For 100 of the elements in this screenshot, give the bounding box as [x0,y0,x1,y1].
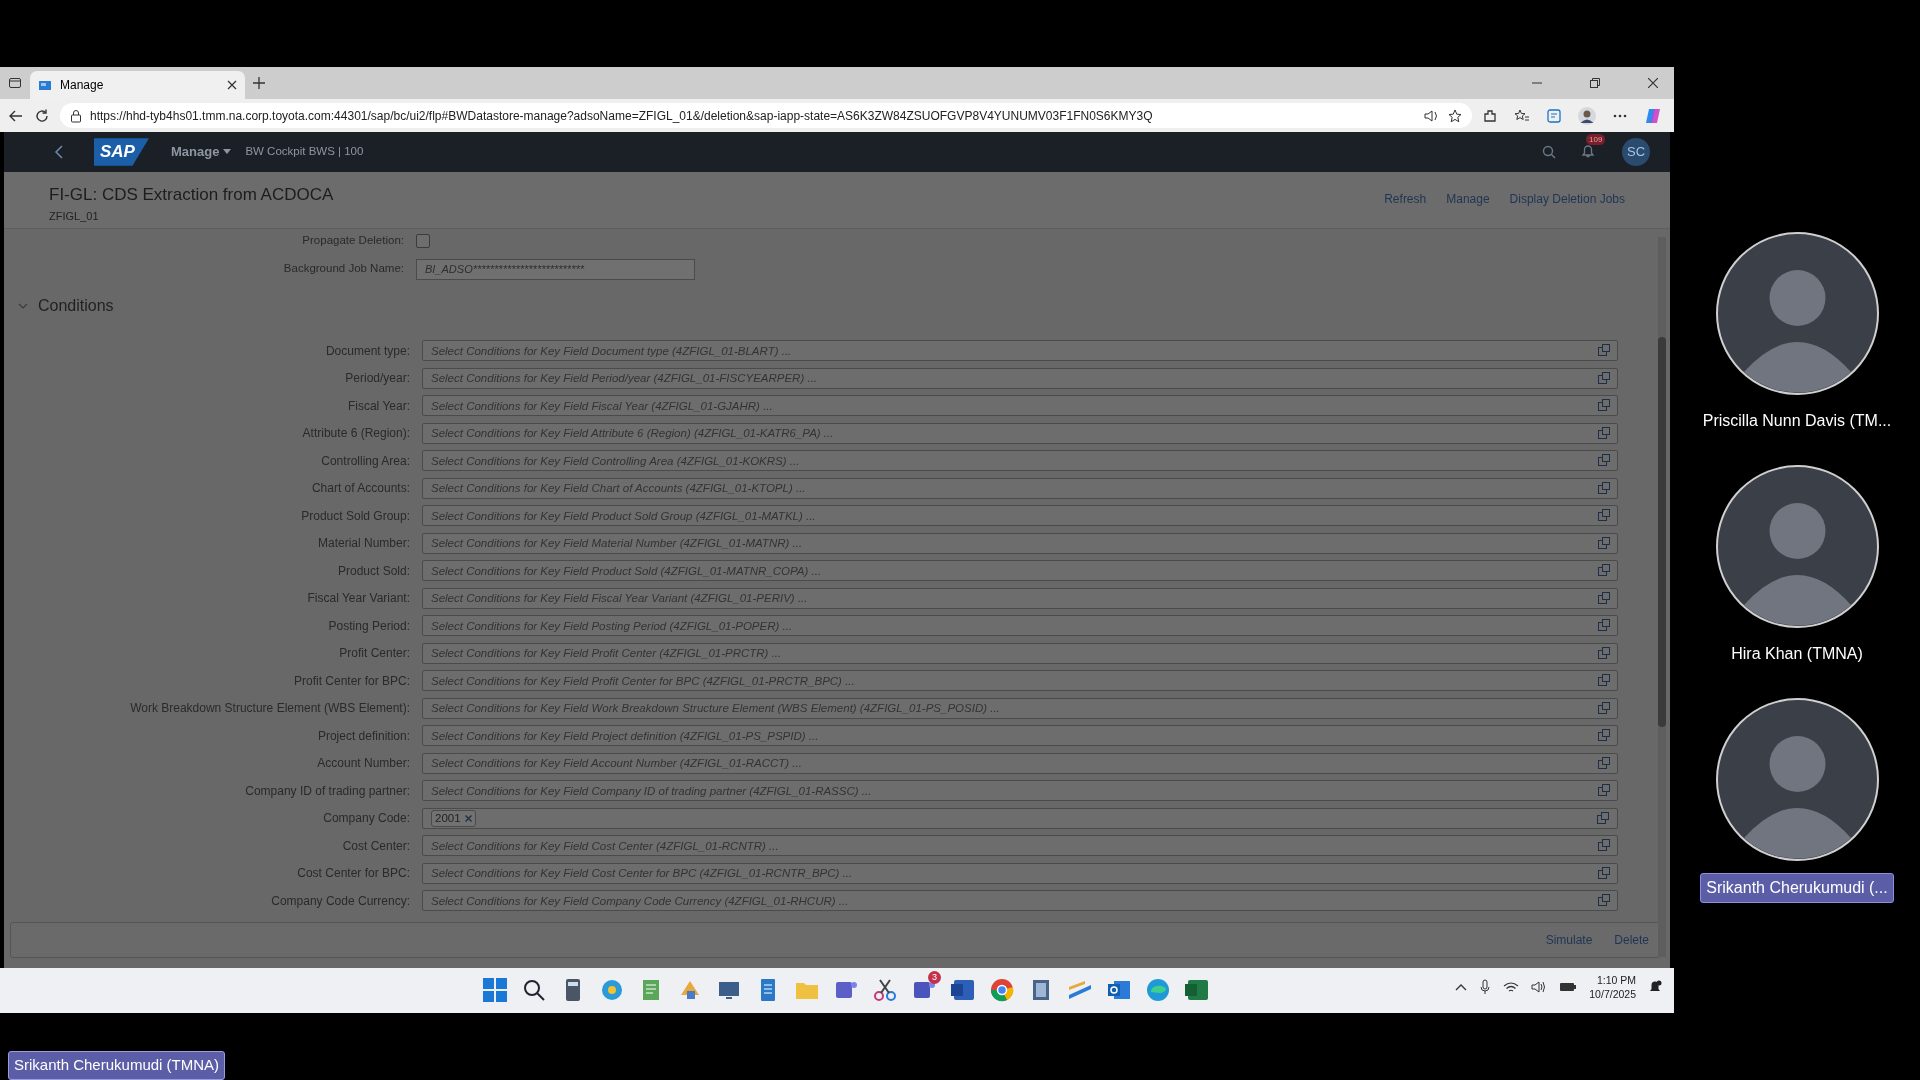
close-icon[interactable] [1648,78,1658,88]
field-label: Cost Center for BPC: [296,865,411,883]
condition-field[interactable]: Select Conditions for Key Field Product Sold Group (4ZFIGL_01-MATKL) ... [422,505,1618,527]
value-help-icon[interactable] [1598,564,1610,577]
value-help-icon[interactable] [1598,454,1610,467]
field-label: Document type: [324,342,411,360]
value-help-icon[interactable] [1598,729,1610,742]
condition-field[interactable]: Select Conditions for Key Field Profit Center (4ZFIGL_01-PRCTR) ... [422,642,1618,664]
refresh-icon[interactable] [34,107,50,124]
notification-count: 109 [1586,134,1606,145]
wifi-icon[interactable] [1503,981,1520,993]
object-id: ZFIGL_01 [49,208,100,224]
favorites-icon[interactable] [1514,107,1530,124]
user-avatar[interactable]: SC [1622,138,1650,166]
restore-icon[interactable] [1590,78,1600,88]
field-label: Work Breakdown Structure Element (WBS Element): [129,700,411,718]
search-icon[interactable] [1542,145,1556,159]
condition-field[interactable]: Select Conditions for Key Field Cost Center (4ZFIGL_01-RCNTR) ... [422,835,1618,857]
browser-tab[interactable]: Manage [30,71,245,99]
condition-field[interactable]: Select Conditions for Key Field Period/year (4ZFIGL_01-FISCYEARPER) ... [422,367,1618,389]
sap-logo[interactable]: SAP [94,138,149,166]
field-label: Period/year: [344,370,411,388]
speaker-icon[interactable] [1531,980,1548,994]
tab-list-icon[interactable] [8,76,22,90]
condition-field[interactable]: Select Conditions for Key Field Company Code Currency (4ZFIGL_01-RHCUR) ... [422,890,1618,912]
copilot-icon[interactable] [1644,106,1662,125]
field-label: Project definition: [316,727,411,745]
value-token[interactable]: 2001 [431,809,476,827]
field-label: Attribute 6 (Region): [301,425,411,443]
condition-field[interactable]: Select Conditions for Key Field Work Breakdown Structure Element (WBS Element) (4ZFIGL_01-PS_POSID) ... [422,697,1618,719]
presenter-name-tag: Srikanth Cherukumudi (TMNA) [8,1051,226,1080]
value-help-icon[interactable] [1598,371,1610,384]
value-help-icon[interactable] [1597,812,1609,825]
remove-icon[interactable] [464,814,472,822]
value-help-icon[interactable] [1598,509,1610,522]
condition-field[interactable]: Select Conditions for Key Field Product Sold (4ZFIGL_01-MATNR_COPA) ... [422,560,1618,582]
footer-button[interactable]: Delete [1614,931,1649,949]
read-aloud-icon[interactable] [1424,108,1440,123]
value-help-icon[interactable] [1598,674,1610,687]
star-icon[interactable] [1448,108,1462,123]
value-help-icon[interactable] [1598,536,1610,549]
chevron-up-icon[interactable] [1455,983,1468,991]
condition-field[interactable]: Select Conditions for Key Field Document type (4ZFIGL_01-BLART) ... [422,340,1618,362]
clock-date: 10/7/2025 [1589,987,1636,1001]
chevron-down-icon [18,301,28,311]
profile-avatar[interactable] [1578,106,1596,125]
participant-name: Priscilla Nunn Davis (TM... [1701,411,1893,431]
close-icon[interactable] [227,80,237,90]
collections-icon[interactable] [1546,107,1562,124]
value-help-icon[interactable] [1598,591,1610,604]
participant-name: Srikanth Cherukumudi (... [1700,873,1894,903]
condition-field[interactable]: Select Conditions for Key Field Posting Period (4ZFIGL_01-POPER) ... [422,615,1618,637]
condition-field[interactable]: Select Conditions for Key Field Material Number (4ZFIGL_01-MATNR) ... [422,532,1618,554]
scrollbar[interactable] [1658,237,1666,957]
value-help-icon[interactable] [1598,756,1610,769]
condition-field[interactable]: Select Conditions for Key Field Project definition (4ZFIGL_01-PS_PSPID) ... [422,725,1618,747]
value-help-icon[interactable] [1598,426,1610,439]
microphone-icon[interactable] [1479,979,1492,995]
value-help-icon[interactable] [1598,784,1610,797]
header-action-link[interactable]: Refresh [1384,190,1427,208]
system-context: BW Cockpit BWS | 100 [245,144,364,160]
section-header[interactable]: Conditions [4,291,120,321]
app-title-menu[interactable]: Manage [170,142,232,162]
clock-time: 1:10 PM [1595,973,1636,987]
new-tab-icon[interactable] [253,77,265,89]
header-action-link[interactable]: Display Deletion Jobs [1509,190,1625,208]
value-help-icon[interactable] [1598,344,1610,357]
condition-field[interactable]: 2001 [422,807,1618,829]
taskbar-start-icon[interactable] [480,975,510,1005]
caret-icon [223,149,232,155]
value-help-icon[interactable] [1598,481,1610,494]
page-title: FI-GL: CDS Extraction from ACDOCA [49,184,334,206]
footer-button[interactable]: Simulate [1545,931,1593,949]
value-help-icon[interactable] [1598,399,1610,412]
value-help-icon[interactable] [1598,619,1610,632]
back-icon[interactable] [54,145,64,159]
lock-icon [70,108,82,123]
input-field[interactable]: BI_ADSO************************** [416,258,695,280]
field-label: Background Job Name: [282,261,405,277]
value-help-icon[interactable] [1598,894,1610,907]
condition-field[interactable]: Select Conditions for Key Field Account Number (4ZFIGL_01-RACCT) ... [422,752,1618,774]
bell-icon[interactable] [1580,143,1596,159]
tab-title: Manage [60,77,105,94]
condition-field[interactable]: Select Conditions for Key Field Controlling Area (4ZFIGL_01-KOKRS) ... [422,450,1618,472]
condition-field[interactable]: Select Conditions for Key Field Fiscal Year (4ZFIGL_01-GJAHR) ... [422,395,1618,417]
condition-field[interactable]: Select Conditions for Key Field Profit Center for BPC (4ZFIGL_01-PRCTR_BPC) ... [422,670,1618,692]
checkbox[interactable] [416,234,430,248]
value-help-icon[interactable] [1598,839,1610,852]
condition-field[interactable]: Select Conditions for Key Field Company ID of trading partner (4ZFIGL_01-RASSC) ... [422,780,1618,802]
address-bar[interactable]: https://hhd-tyb4hs01.tmm.na.corp.toyota.com:44301/sap/bc/ui2/flp#BWDatastore-manage?adsoName=ZFIGL_01&/deletion&sap-iapp-state=AS6K3ZW84ZSUOFGVP8V4YUNUMV03F1FN0S6KMY3Q [60,103,1472,128]
condition-field[interactable]: Select Conditions for Key Field Cost Center for BPC (4ZFIGL_01-RCNTR_BPC) ... [422,862,1618,884]
condition-field[interactable]: Select Conditions for Key Field Fiscal Year Variant (4ZFIGL_01-PERIV) ... [422,587,1618,609]
battery-icon[interactable] [1559,981,1578,993]
condition-field[interactable]: Select Conditions for Key Field Attribute 6 (Region) (4ZFIGL_01-KATR6_PA) ... [422,422,1618,444]
extensions-icon[interactable] [1482,107,1498,124]
value-help-icon[interactable] [1598,701,1610,714]
header-action-link[interactable]: Manage [1446,190,1490,208]
field-label: Company ID of trading partner: [244,782,411,800]
value-help-icon[interactable] [1598,646,1610,659]
value-help-icon[interactable] [1598,866,1610,879]
